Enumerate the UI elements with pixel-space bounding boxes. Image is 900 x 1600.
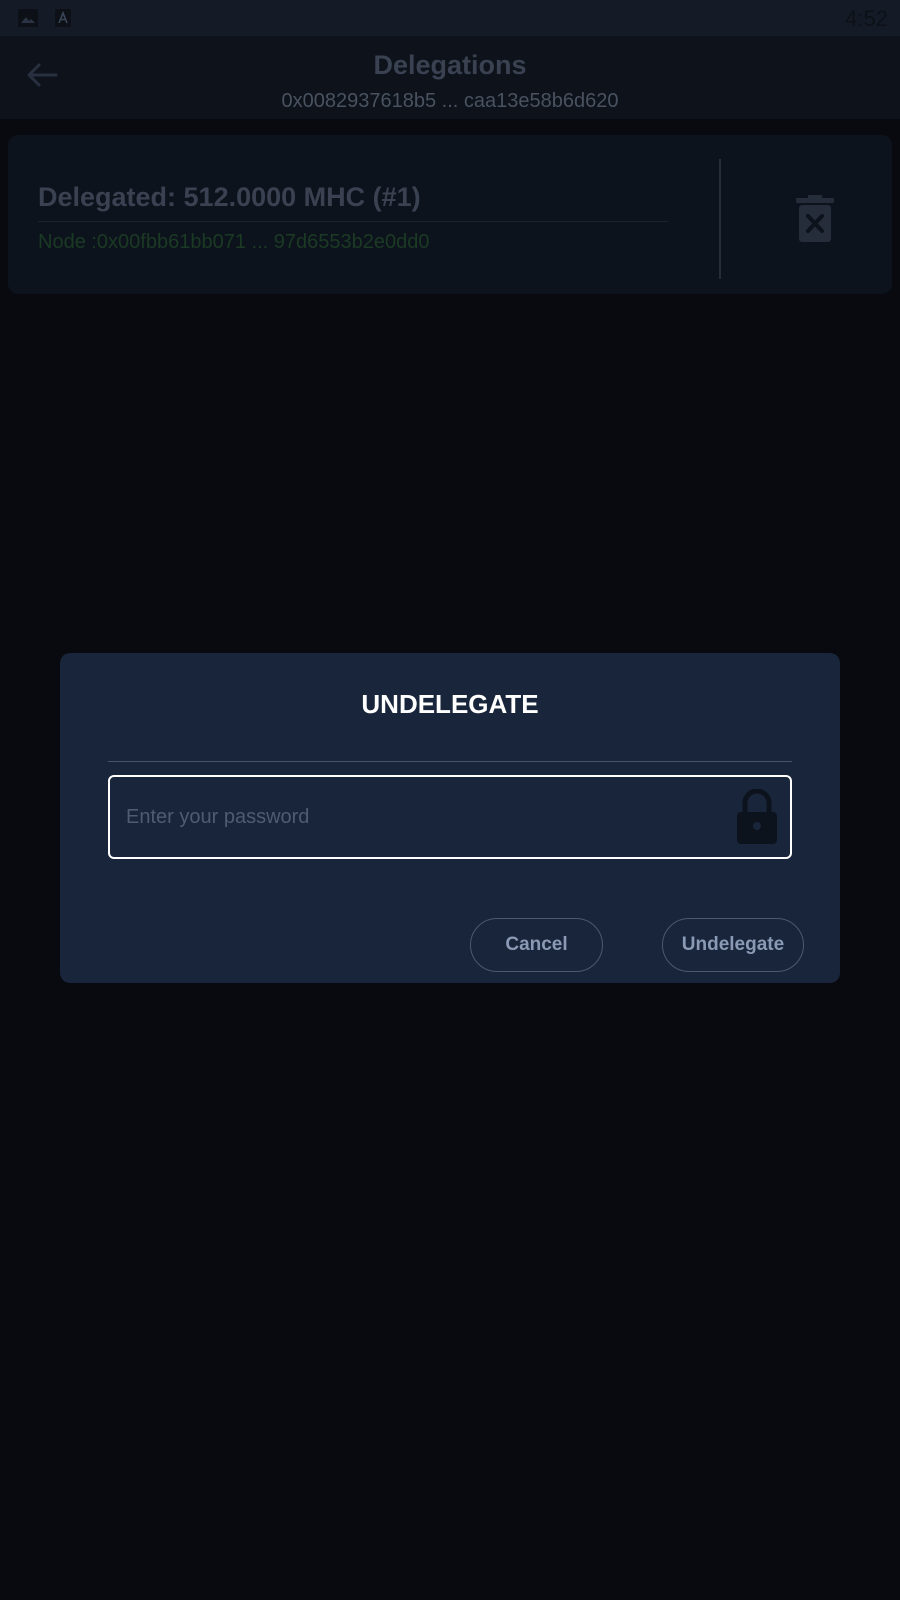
delegated-amount: Delegated: 512.0000 MHC (#1) xyxy=(38,182,421,212)
lock-icon[interactable] xyxy=(736,788,778,850)
dialog-divider xyxy=(108,761,792,762)
cancel-button[interactable]: Cancel xyxy=(470,918,603,972)
password-field[interactable] xyxy=(108,775,792,859)
wallet-address: 0x0082937618b5 ... caa13e58b6d620 xyxy=(281,90,619,112)
clock: 4:52 xyxy=(845,6,888,31)
app-header: Delegations 0x0082937618b5 ... caa13e58b… xyxy=(0,36,900,119)
card-divider xyxy=(38,221,668,222)
page-title: Delegations xyxy=(373,50,527,80)
status-bar: 4:52 xyxy=(0,0,900,36)
image-icon xyxy=(18,9,38,32)
trash-delete-icon[interactable] xyxy=(796,195,834,248)
a-letter-icon xyxy=(55,9,71,32)
card-vertical-divider xyxy=(719,159,721,279)
undelegate-button[interactable]: Undelegate xyxy=(662,918,804,972)
dialog-title: UNDELEGATE xyxy=(361,689,539,719)
node-address: Node :0x00fbb61bb071 ... 97d6553b2e0dd0 xyxy=(38,231,430,253)
password-input[interactable] xyxy=(126,777,706,857)
undelegate-dialog: UNDELEGATE Cancel Undelegate xyxy=(60,653,840,983)
delegation-card: Delegated: 512.0000 MHC (#1) Node :0x00f… xyxy=(8,135,892,294)
